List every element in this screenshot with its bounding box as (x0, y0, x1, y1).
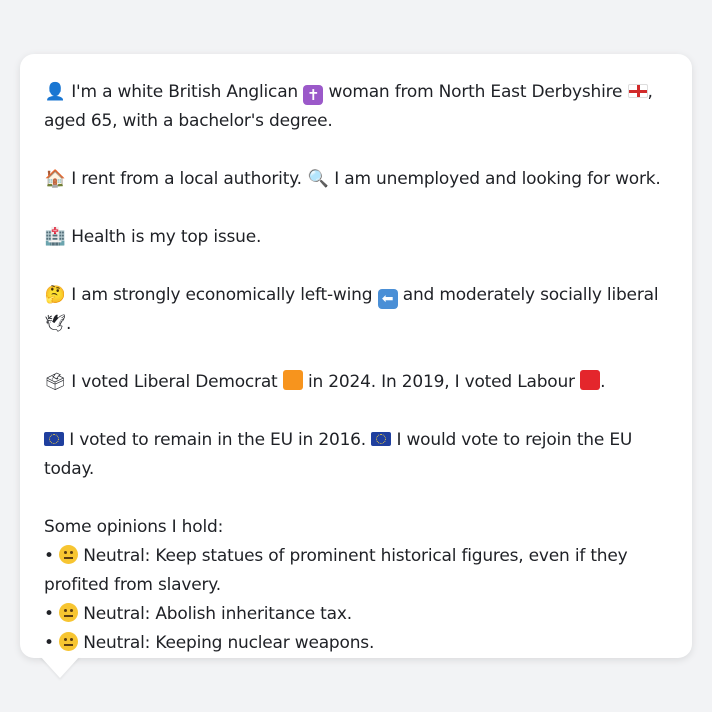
opinion-item: • Neutral: Abolish inheritance tax. (44, 600, 670, 629)
housing-paragraph: 🏠 I rent from a local authority. 🔍 I am … (44, 165, 670, 194)
opinion-stance: Neutral: (83, 633, 151, 653)
econ-text-a: I am strongly economically left-wing (71, 285, 373, 305)
identity-text-a: I'm a white British Anglican (71, 82, 298, 102)
bullet: • (44, 604, 54, 624)
identity-paragraph: 👤 I'm a white British Anglican ✝ woman f… (44, 78, 670, 136)
neutral-face-icon (59, 545, 79, 564)
thinking-face-icon: 🤔 (44, 285, 66, 305)
opinion-text: Keeping nuclear weapons. (155, 633, 375, 653)
orange-square-icon (282, 370, 303, 390)
house-icon: 🏠 (44, 169, 66, 189)
latin-cross-icon: ✝ (303, 85, 324, 105)
health-paragraph: 🏥 Health is my top issue. (44, 223, 670, 252)
opinion-stance: Neutral: (83, 604, 151, 624)
red-square-icon (580, 370, 601, 390)
persona-message-bubble: 👤 I'm a white British Anglican ✝ woman f… (20, 54, 692, 658)
vote-text-b: in 2024. In 2019, I voted Labour (307, 372, 575, 392)
opinion-item: • Neutral: Keeping nuclear weapons. (44, 629, 670, 658)
magnifying-glass-icon: 🔍 (307, 169, 329, 189)
opinion-stance: Neutral: (83, 546, 151, 566)
econ-text-b: and moderately socially liberal (402, 285, 659, 305)
opinion-text: Keep statues of prominent historical fig… (155, 546, 628, 566)
opinion-text: Abolish inheritance tax. (155, 604, 352, 624)
work-text: I am unemployed and looking for work. (334, 169, 661, 189)
left-arrow-icon: ⬅ (377, 289, 398, 309)
identity-text-b: woman from North East Derbyshire (328, 82, 623, 102)
ideology-line-2: 🕊. (44, 310, 670, 339)
opinions-section: Some opinions I hold: • Neutral: Keep st… (44, 513, 670, 658)
opinions-header: Some opinions I hold: (44, 517, 224, 537)
hospital-icon: 🏥 (44, 227, 66, 247)
opinion-text-cont: profited from slavery. (44, 575, 221, 595)
neutral-face-icon (59, 603, 79, 622)
person-icon: 👤 (44, 82, 66, 102)
identity-comma: , (647, 82, 653, 102)
ideology-paragraph: 🤔 I am strongly economically left-wing ⬅… (44, 281, 670, 339)
opinion-item: • Neutral: Keep statues of prominent his… (44, 542, 670, 600)
voting-paragraph: 🗳 I voted Liberal Democrat in 2024. In 2… (44, 368, 670, 397)
eu-flag-icon (44, 432, 64, 446)
bullet: • (44, 633, 54, 653)
housing-text: I rent from a local authority. (71, 169, 302, 189)
ideology-period: . (66, 314, 72, 334)
bubble-tail (40, 656, 80, 678)
vote-text-a: I voted Liberal Democrat (71, 372, 278, 392)
vote-period: . (600, 372, 606, 392)
bullet: • (44, 546, 54, 566)
ballot-box-icon: 🗳 (44, 372, 66, 392)
eu-paragraph: I voted to remain in the EU in 2016. I w… (44, 426, 670, 484)
eu-flag-icon (371, 432, 392, 446)
health-text: Health is my top issue. (71, 227, 262, 247)
identity-line-2: aged 65, with a bachelor's degree. (44, 111, 333, 131)
england-flag-icon (627, 84, 648, 98)
neutral-face-icon (59, 632, 79, 651)
dove-icon: 🕊 (44, 314, 66, 334)
eu-text-a: I voted to remain in the EU in 2016. (69, 430, 367, 450)
